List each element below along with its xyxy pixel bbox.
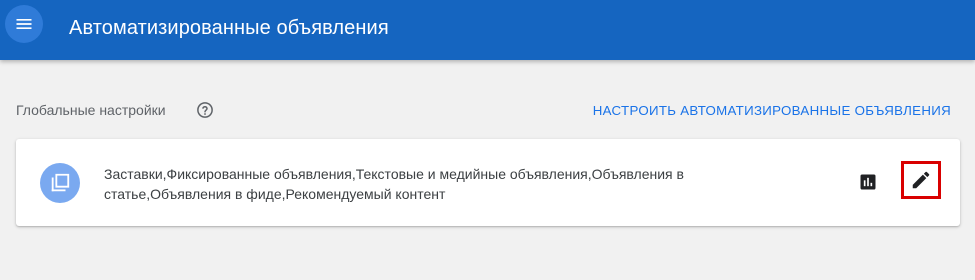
bar-chart-icon [860,174,876,190]
pencil-icon [912,171,930,189]
stats-button[interactable] [852,166,884,198]
menu-icon [16,19,32,29]
ad-formats-description: Заставки,Фиксированные объявления,Тексто… [104,166,684,202]
app-bar: Автоматизированные объявления [0,0,975,60]
card-avatar [40,163,80,203]
menu-button[interactable] [5,5,43,43]
library-icon [51,173,70,192]
edit-button[interactable] [901,161,941,199]
help-icon[interactable] [196,101,214,119]
app-title: Автоматизированные объявления [69,17,389,39]
settings-card: Заставки,Фиксированные объявления,Тексто… [16,139,960,226]
section-title: Глобальные настройки [16,102,166,118]
configure-auto-ads-button[interactable]: НАСТРОИТЬ АВТОМАТИЗИРОВАННЫЕ ОБЪЯВЛЕНИЯ [593,103,951,118]
